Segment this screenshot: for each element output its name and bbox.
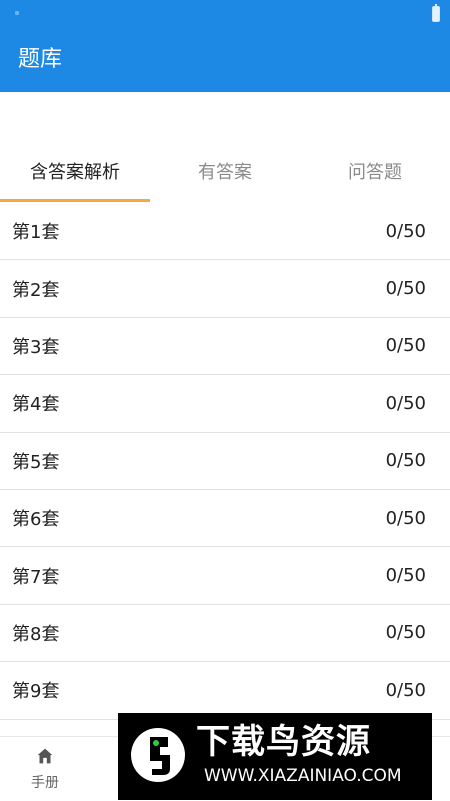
nav-label-manual: 手册 (31, 775, 59, 791)
set-label: 第8套 (12, 623, 60, 645)
set-progress: 0/50 (385, 679, 426, 701)
set-label: 第1套 (12, 222, 60, 244)
set-label: 第2套 (12, 279, 60, 301)
notification-icon (15, 11, 19, 15)
battery-icon (432, 4, 440, 22)
watermark-title: 下载鸟资源 (196, 722, 371, 762)
watermark-url: WWW.XIAZAINIAO.COM (204, 766, 402, 786)
set-progress: 0/50 (385, 507, 426, 529)
tab-qa[interactable]: 问答题 (300, 148, 450, 202)
set-progress: 0/50 (385, 220, 426, 242)
watermark-banner: 下载鸟资源 WWW.XIAZAINIAO.COM (118, 713, 432, 800)
page-title: 题库 (18, 47, 63, 72)
bird-logo-icon (131, 728, 185, 782)
list-item[interactable]: 第4套 0/50 (0, 375, 450, 433)
set-label: 第4套 (12, 394, 60, 416)
set-label: 第7套 (12, 566, 60, 588)
set-label: 第5套 (12, 451, 60, 473)
list-item[interactable]: 第5套 0/50 (0, 433, 450, 490)
set-progress: 0/50 (385, 278, 426, 300)
set-label: 第3套 (12, 336, 60, 358)
list-item[interactable]: 第1套 0/50 (0, 203, 450, 261)
set-label: 第9套 (12, 681, 60, 703)
list-item[interactable]: 第8套 0/50 (0, 605, 450, 663)
app-bar: 题库 (0, 28, 450, 92)
home-icon (37, 748, 53, 764)
nav-item-manual[interactable]: 手册 (0, 737, 90, 801)
set-label: 第6套 (12, 509, 60, 531)
set-progress: 0/50 (385, 335, 426, 357)
list-item[interactable]: 第3套 0/50 (0, 318, 450, 376)
tab-with-explanations[interactable]: 含答案解析 (0, 148, 150, 202)
tab-with-answers[interactable]: 有答案 (150, 148, 300, 202)
set-progress: 0/50 (385, 565, 426, 587)
list-item[interactable]: 第7套 0/50 (0, 547, 450, 605)
set-progress: 0/50 (385, 392, 426, 414)
status-bar (0, 0, 450, 28)
list-item[interactable]: 第6套 0/50 (0, 490, 450, 548)
list-item[interactable]: 第9套 0/50 (0, 662, 450, 720)
set-progress: 0/50 (385, 622, 426, 644)
set-progress: 0/50 (385, 450, 426, 472)
tab-bar: 含答案解析 有答案 问答题 (0, 148, 450, 202)
question-set-list: 第1套 0/50 第2套 0/50 第3套 0/50 第4套 0/50 第5套 … (0, 203, 450, 720)
list-item[interactable]: 第2套 0/50 (0, 260, 450, 318)
